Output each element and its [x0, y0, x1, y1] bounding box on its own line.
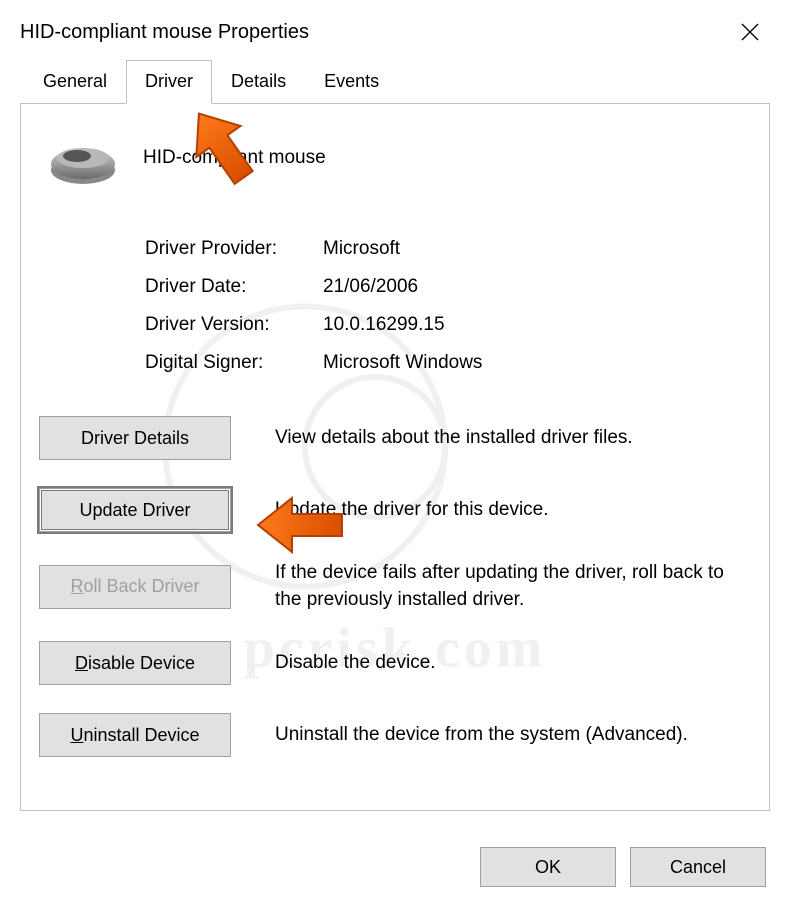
mouse-icon [47, 128, 119, 188]
provider-value: Microsoft [323, 238, 751, 260]
tab-strip: General Driver Details Events [24, 60, 790, 103]
driver-actions: Driver Details View details about the in… [39, 416, 751, 757]
disable-device-label: Disable Device [75, 653, 195, 674]
device-header: HID-compliant mouse [47, 128, 751, 188]
disable-device-button[interactable]: Disable Device [39, 641, 231, 685]
driver-info: Driver Provider: Microsoft Driver Date: … [145, 238, 751, 374]
rollback-driver-desc: If the device fails after updating the d… [275, 560, 751, 613]
ok-label: OK [535, 857, 561, 878]
window-title: HID-compliant mouse Properties [20, 21, 309, 44]
dialog-window: pcrisk.com HID-compliant mouse Propertie… [0, 0, 790, 897]
device-name: HID-compliant mouse [143, 147, 326, 169]
update-driver-button[interactable]: Update Driver [39, 488, 231, 532]
driver-details-button[interactable]: Driver Details [39, 416, 231, 460]
version-value: 10.0.16299.15 [323, 314, 751, 336]
driver-panel: HID-compliant mouse Driver Provider: Mic… [20, 103, 770, 811]
row-uninstall-device: Uninstall Device Uninstall the device fr… [39, 713, 751, 757]
cancel-button[interactable]: Cancel [630, 847, 766, 887]
provider-label: Driver Provider: [145, 238, 323, 260]
tab-driver[interactable]: Driver [126, 60, 212, 104]
close-icon [741, 23, 759, 41]
rollback-driver-label: Roll Back Driver [70, 576, 199, 597]
uninstall-device-button[interactable]: Uninstall Device [39, 713, 231, 757]
disable-device-desc: Disable the device. [275, 650, 751, 677]
signer-label: Digital Signer: [145, 352, 323, 374]
tab-general[interactable]: General [24, 60, 126, 103]
row-driver-details: Driver Details View details about the in… [39, 416, 751, 460]
uninstall-device-desc: Uninstall the device from the system (Ad… [275, 722, 751, 749]
ok-button[interactable]: OK [480, 847, 616, 887]
date-label: Driver Date: [145, 276, 323, 298]
update-driver-desc: Update the driver for this device. [275, 497, 751, 524]
driver-details-label: Driver Details [81, 428, 189, 449]
row-update-driver: Update Driver Update the driver for this… [39, 488, 751, 532]
row-disable-device: Disable Device Disable the device. [39, 641, 751, 685]
row-rollback-driver: Roll Back Driver If the device fails aft… [39, 560, 751, 613]
uninstall-device-label: Uninstall Device [70, 725, 199, 746]
signer-value: Microsoft Windows [323, 352, 751, 374]
driver-details-desc: View details about the installed driver … [275, 425, 751, 452]
date-value: 21/06/2006 [323, 276, 751, 298]
rollback-driver-button: Roll Back Driver [39, 565, 231, 609]
titlebar: HID-compliant mouse Properties [0, 0, 790, 60]
update-driver-label: Update Driver [79, 500, 190, 521]
close-button[interactable] [730, 12, 770, 52]
tab-events[interactable]: Events [305, 60, 398, 103]
cancel-label: Cancel [670, 857, 726, 878]
dialog-footer: OK Cancel [480, 847, 766, 887]
tab-details[interactable]: Details [212, 60, 305, 103]
version-label: Driver Version: [145, 314, 323, 336]
